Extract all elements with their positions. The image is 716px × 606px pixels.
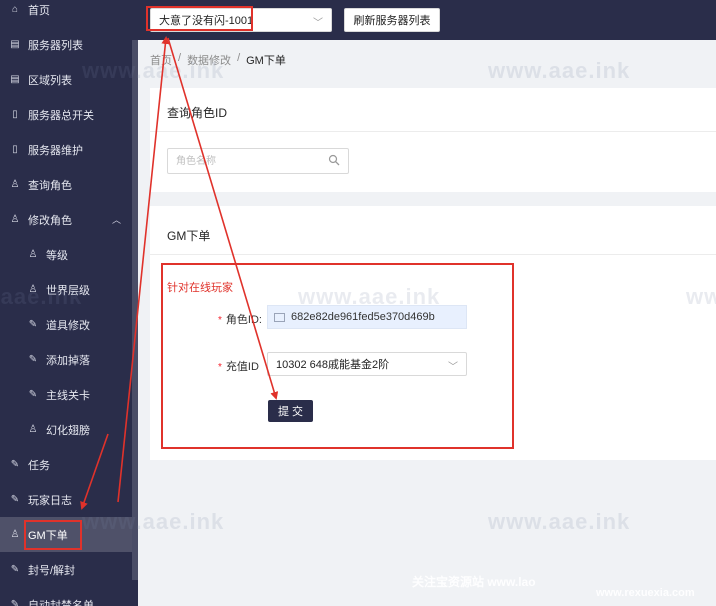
image-icon <box>274 312 285 322</box>
footer-watermark: www.rexuexia.com <box>596 587 695 599</box>
recharge-id-select[interactable]: 10302 648戚能基金2阶 ﹀ <box>267 352 467 376</box>
user-icon: ♙ <box>10 529 20 540</box>
sidebar-item[interactable]: ♙ GM下单 <box>0 517 132 552</box>
sidebar-item[interactable]: ▯ 服务器总开关 <box>0 97 132 132</box>
list-icon: ▤ <box>10 39 20 50</box>
sidebar-item-label: 添加掉落 <box>46 354 90 367</box>
sidebar-item-label: 服务器维护 <box>28 144 83 157</box>
chevron-down-icon: ﹀ <box>448 362 458 373</box>
wrench-icon: ✎ <box>28 354 38 365</box>
wrench-icon: ✎ <box>10 599 20 606</box>
user-icon: ♙ <box>10 179 20 190</box>
breadcrumb-separator: / <box>178 52 182 64</box>
role-id-label: * 角色ID: <box>218 311 262 327</box>
sidebar-item-label: 服务器列表 <box>28 39 83 52</box>
breadcrumb-separator: / <box>237 52 241 64</box>
refresh-server-list-button[interactable]: 刷新服务器列表 <box>344 8 440 32</box>
server-select[interactable]: 大意了没有闪-1001 ﹀ <box>150 8 332 32</box>
sidebar-item[interactable]: ✎ 主线关卡 <box>0 377 132 412</box>
required-mark: * <box>218 362 222 373</box>
recharge-id-value: 10302 648戚能基金2阶 <box>276 359 390 371</box>
query-role-card <box>150 88 716 192</box>
chevron-down-icon: ﹀ <box>313 18 323 29</box>
sidebar-item[interactable]: ▤ 区域列表 <box>0 62 132 97</box>
wrench-icon: ✎ <box>28 319 38 330</box>
breadcrumb: 首页 / 数据修改 / GM下单 <box>150 52 286 68</box>
role-name-search[interactable] <box>167 148 349 174</box>
divider <box>150 131 716 132</box>
sidebar-item-label: 区域列表 <box>28 74 72 87</box>
chevron-up-icon: ︿ <box>112 215 122 225</box>
sidebar-item[interactable]: ♙ 等级 <box>0 237 132 272</box>
sidebar-item[interactable]: ♙ 幻化翅膀 <box>0 412 132 447</box>
watermark: www.aae.ink <box>488 509 631 534</box>
wrench-icon: ✎ <box>10 494 20 505</box>
role-id-field[interactable]: 682e82de961fed5e370d469b <box>267 305 467 329</box>
wrench-icon: ✎ <box>10 459 20 470</box>
sidebar-item[interactable]: ▯ 服务器维护 <box>0 132 132 167</box>
sidebar-item-label: 主线关卡 <box>46 389 90 402</box>
user-icon: ♙ <box>10 214 20 225</box>
role-id-label-text: 角色ID: <box>225 314 262 326</box>
search-icon[interactable] <box>328 154 340 166</box>
recharge-id-label: * 充值ID <box>218 358 259 374</box>
sidebar-item[interactable]: ♙ 修改角色 ︿ <box>0 202 132 237</box>
footer-watermark: 关注宝资源站 www.lao <box>412 575 536 589</box>
sidebar-item-label: 道具修改 <box>46 319 90 332</box>
role-name-input[interactable] <box>168 149 318 173</box>
edit-icon: ✎ <box>10 564 20 575</box>
recharge-id-label-text: 充值ID <box>225 361 259 373</box>
phone-icon: ▯ <box>12 109 18 120</box>
sidebar-item[interactable]: ✎ 任务 <box>0 447 132 482</box>
submit-button[interactable]: 提 交 <box>268 400 313 422</box>
user-icon: ♙ <box>28 249 38 260</box>
sidebar-item[interactable]: ✎ 道具修改 <box>0 307 132 342</box>
role-id-value: 682e82de961fed5e370d469b <box>291 311 435 323</box>
sidebar-item-label: 封号/解封 <box>28 564 76 577</box>
online-player-section-label: 针对在线玩家 <box>167 282 233 294</box>
sidebar-item-label: 等级 <box>46 249 68 262</box>
sidebar-item-label: 任务 <box>28 459 50 472</box>
sidebar-item-label: 自动封禁名单 <box>28 599 94 606</box>
query-role-title: 查询角色ID <box>167 106 228 120</box>
breadcrumb-data-edit[interactable]: 数据修改 <box>187 52 231 68</box>
sidebar-item-label: 服务器总开关 <box>28 109 94 122</box>
sidebar-item-label: 幻化翅膀 <box>46 424 90 437</box>
sidebar-item[interactable]: ✎ 添加掉落 <box>0 342 132 377</box>
sidebar-item-label: 玩家日志 <box>28 494 72 507</box>
sidebar: ⌂ 首页 ▤ 服务器列表 ▤ 区域列表 ▯ 服务器总开关 ▯ 服务器维护 ♙ 查询角色 ♙ 修改角色 ︿ ♙ 等… <box>0 0 138 606</box>
gm-order-card <box>150 206 716 460</box>
sidebar-item-label: 查询角色 <box>28 179 72 192</box>
sidebar-item-label: 首页 <box>28 4 50 17</box>
server-select-value: 大意了没有闪-1001 <box>159 15 254 27</box>
sidebar-item[interactable]: ♙ 查询角色 <box>0 167 132 202</box>
sidebar-item-label: 修改角色 <box>28 214 72 227</box>
sidebar-item[interactable]: ⌂ 首页 <box>0 0 132 27</box>
sidebar-item-label: GM下单 <box>28 529 68 542</box>
home-icon: ⌂ <box>11 4 19 15</box>
gm-order-title: GM下单 <box>167 229 211 243</box>
required-mark: * <box>218 315 222 326</box>
sidebar-scrollbar[interactable] <box>132 40 138 580</box>
sidebar-item-label: 世界层级 <box>46 284 90 297</box>
wrench-icon: ✎ <box>28 389 38 400</box>
sidebar-item[interactable]: ✎ 自动封禁名单 <box>0 587 132 606</box>
sidebar-item[interactable]: ♙ 世界层级 <box>0 272 132 307</box>
user-icon: ♙ <box>28 284 38 295</box>
breadcrumb-current: GM下单 <box>246 55 286 67</box>
sidebar-item[interactable]: ✎ 玩家日志 <box>0 482 132 517</box>
user-icon: ♙ <box>28 424 38 435</box>
divider <box>150 254 716 255</box>
watermark: www.aae.ink <box>488 58 631 83</box>
breadcrumb-home[interactable]: 首页 <box>150 52 172 68</box>
sidebar-item[interactable]: ▤ 服务器列表 <box>0 27 132 62</box>
list-icon: ▤ <box>10 74 20 85</box>
sidebar-item[interactable]: ✎ 封号/解封 <box>0 552 132 587</box>
phone-icon: ▯ <box>12 144 18 155</box>
